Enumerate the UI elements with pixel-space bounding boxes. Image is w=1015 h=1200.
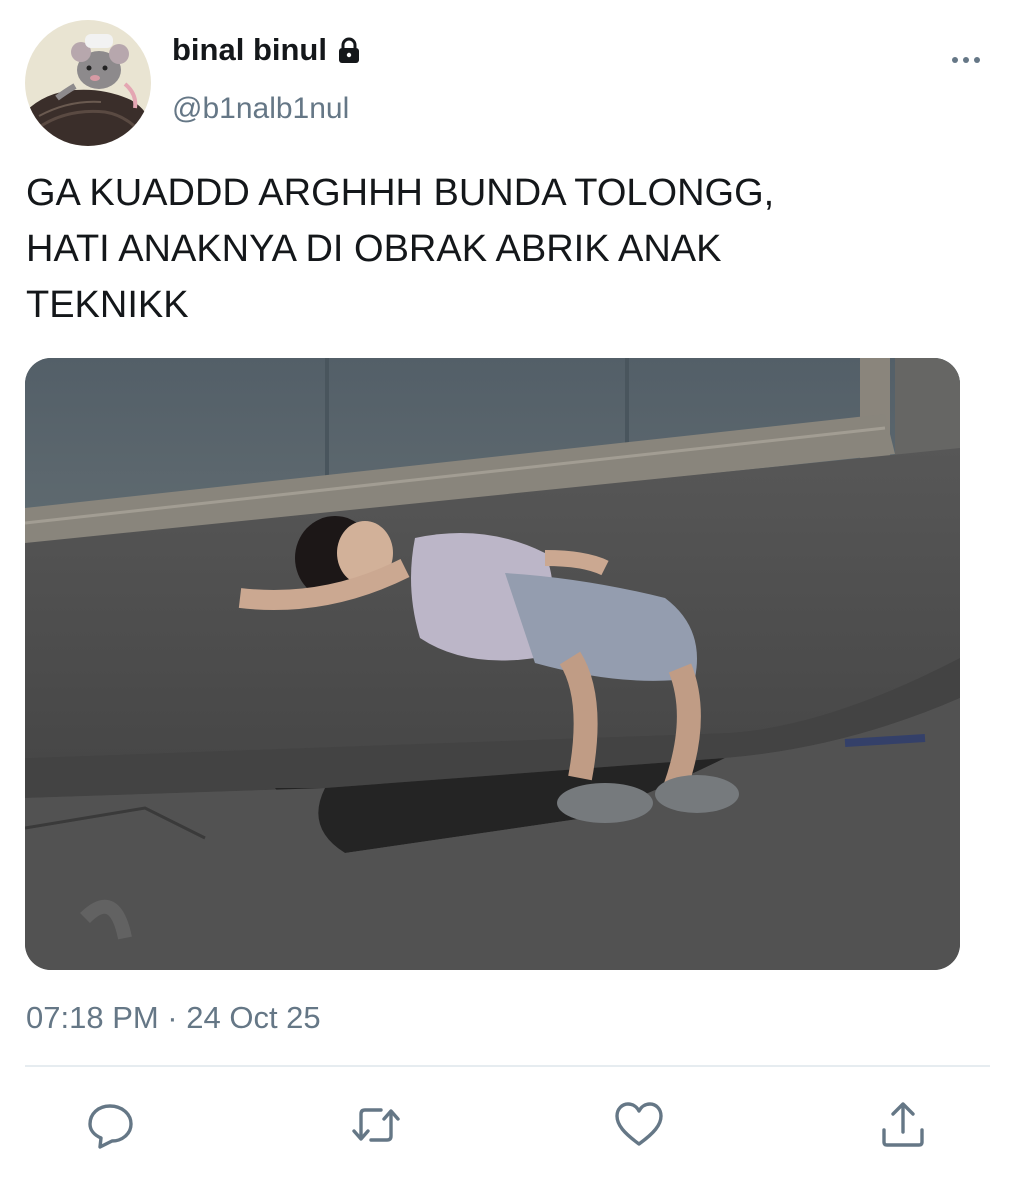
divider — [25, 1065, 990, 1067]
tweet-photo[interactable] — [25, 358, 960, 970]
display-name[interactable]: binal binul — [172, 32, 363, 68]
more-options-button[interactable] — [938, 44, 994, 76]
more-icon — [952, 57, 980, 63]
tweet-text-line: HATI ANAKNYA DI OBRAK ABRIK ANAK — [26, 228, 722, 270]
like-button[interactable] — [614, 1100, 664, 1150]
retweet-button[interactable] — [351, 1100, 401, 1150]
retweet-icon — [352, 1108, 400, 1142]
avatar[interactable] — [25, 20, 151, 146]
reply-button[interactable] — [86, 1100, 136, 1150]
tweet-text-line: TEKNIKK — [26, 284, 189, 326]
share-button[interactable] — [878, 1100, 928, 1150]
tweet-timestamp[interactable]: 07:18 PM · 24 Oct 25 — [26, 1000, 321, 1036]
reply-icon — [88, 1104, 133, 1149]
user-handle[interactable]: @b1nalb1nul — [172, 92, 349, 126]
share-icon — [882, 1102, 924, 1147]
display-name-text: binal binul — [172, 32, 327, 67]
heart-icon — [615, 1102, 663, 1146]
tweet-text: GA KUADDD ARGHHH BUNDA TOLONGG, HATI ANA… — [26, 165, 966, 333]
tweet-text-line: GA KUADDD ARGHHH BUNDA TOLONGG, — [26, 172, 775, 214]
lock-icon — [335, 36, 363, 64]
tweet-card: binal binul @b1nalb1nul GA KUADDD ARGHHH… — [0, 0, 1015, 1200]
